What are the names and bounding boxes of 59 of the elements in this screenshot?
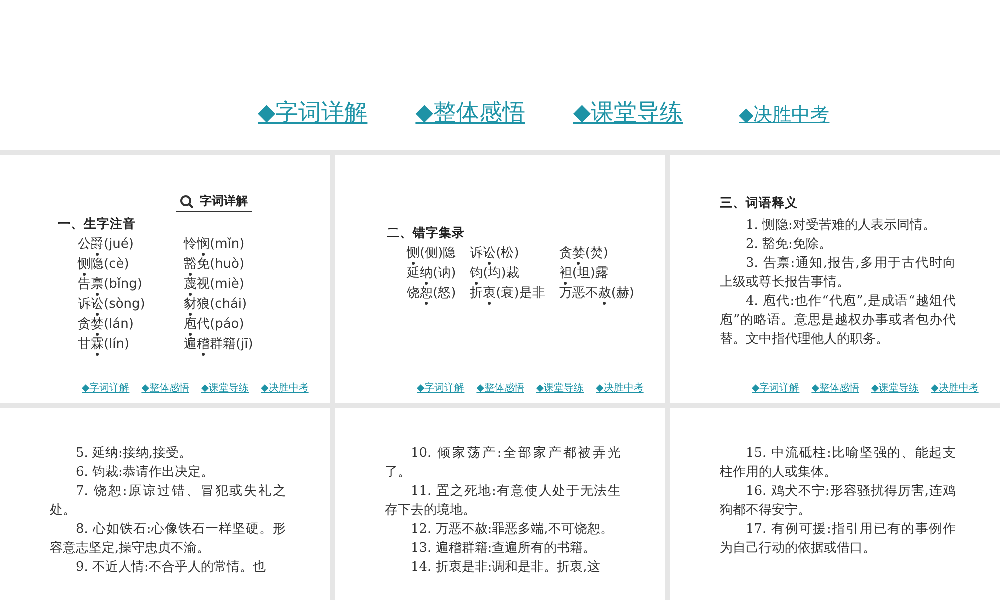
pinyin-word: 蔑视(miè) (184, 277, 294, 293)
definition-text: 10. 倾家荡产:全部家产都被弄光了。 (385, 445, 621, 482)
pinyin-word: 豺狼(chái) (184, 297, 294, 313)
pinyin-word: 万恶不赦(赫) (559, 286, 634, 302)
pinyin-word: 告禀(bǐng) (78, 277, 170, 293)
pinyin-word: 饶恕(怒) (407, 286, 456, 302)
pinyin-word: 折衷(衰)是非 (470, 286, 546, 302)
definition-text: 11. 置之死地:有意使人处于无法生存下去的境地。 (385, 483, 621, 520)
pinyin-word: 诉讼(松) (470, 246, 546, 262)
pinyin-word: 贪婪(焚) (559, 246, 634, 262)
pinyin-word: 诉讼(sòng) (78, 297, 170, 313)
pinyin-word: 贪婪(lán) (78, 317, 170, 333)
pinyin-word: 甘霖(lín) (78, 337, 170, 353)
nav-link[interactable]: ◆决胜中考 (596, 381, 644, 395)
definition-text: 2. 豁免:免除。 (745, 236, 833, 254)
nav-link[interactable]: ◆整体感悟 (142, 381, 190, 395)
definition-text: 13. 遍稽群籍:查遍所有的书籍。 (410, 540, 598, 558)
section-title: 字词详解 (200, 193, 248, 210)
definition-text: 9. 不近人情:不合乎人的常情。也 (75, 559, 267, 577)
pinyin-word: 豁免(huò) (184, 257, 294, 273)
nav-link[interactable]: ◆决胜中考 (261, 381, 309, 395)
pinyin-word: 怜悯(mǐn) (184, 237, 294, 253)
definition-text: 15. 中流砥柱:比喻坚强的、能起支柱作用的人或集体。 (720, 445, 956, 482)
nav-link[interactable]: ◆课堂导练 (201, 381, 250, 395)
nav-link[interactable]: ◆整体感悟 (476, 381, 524, 395)
nav-link[interactable]: ◆字词详解 (258, 97, 368, 128)
definition-text: 8. 心如铁石:心像铁石一样坚硬。形容意志坚定,操守忠贞不渝。 (50, 521, 286, 558)
definition-text: 6. 钧裁:恭请作出决定。 (75, 464, 215, 482)
definition-text: 12. 万恶不赦:罪恶多端,不可饶恕。 (410, 521, 614, 539)
definition-text: 4. 庖代:也作“代庖”,是成语“越俎代庖”的略语。意思是越权办事或者包办代替。文中指代理他人的职务。 (720, 293, 956, 349)
nav-link[interactable]: ◆课堂导练 (536, 381, 584, 395)
pinyin-word: 钧(均)裁 (470, 266, 546, 282)
section-heading: 二、错字集录 (387, 225, 466, 242)
definition-text: 14. 折衷是非:调和是非。折衷,这 (410, 559, 602, 577)
nav-link[interactable]: ◆整体感悟 (812, 381, 860, 395)
nav-link[interactable]: ◆课堂导练 (871, 381, 920, 395)
definition-text: 16. 鸡犬不宁:形容骚扰得厉害,连鸡狗都不得安宁。 (720, 483, 956, 520)
definition-text: 17. 有例可援:指引用已有的事例作为自己行动的依据或借口。 (720, 521, 956, 558)
section-heading: 三、词语释义 (720, 195, 799, 212)
search-icon (180, 194, 194, 208)
pinyin-word: 恻隐(cè) (78, 257, 170, 273)
pinyin-word: 遍稽群籍(jī) (184, 337, 294, 353)
pinyin-word: 庖代(páo) (184, 317, 294, 333)
pinyin-word: 延纳(讷) (407, 266, 456, 282)
definition-text: 7. 饶恕:原谅过错、冒犯或失礼之处。 (50, 483, 286, 520)
pinyin-word: 公爵(jué) (78, 237, 170, 253)
nav-link[interactable]: ◆决胜中考 (739, 102, 830, 128)
definition-text: 5. 延纳:接纳,接受。 (75, 445, 194, 463)
definition-text: 3. 告禀:通知,报告,多用于古代时向上级或尊长报告事情。 (720, 255, 956, 292)
pinyin-word: 恻(侧)隐 (407, 246, 456, 262)
nav-link[interactable]: ◆字词详解 (417, 381, 465, 395)
nav-link[interactable]: ◆决胜中考 (931, 381, 979, 395)
nav-link[interactable]: ◆整体感悟 (416, 97, 526, 128)
nav-link[interactable]: ◆字词详解 (82, 381, 130, 395)
section-heading: 一、生字注音 (58, 216, 137, 233)
definition-text: 1. 恻隐:对受苦难的人表示同情。 (745, 217, 937, 235)
pinyin-word: 袒(坦)露 (559, 266, 634, 282)
nav-link[interactable]: ◆字词详解 (752, 381, 800, 395)
nav-link[interactable]: ◆课堂导练 (573, 97, 684, 128)
